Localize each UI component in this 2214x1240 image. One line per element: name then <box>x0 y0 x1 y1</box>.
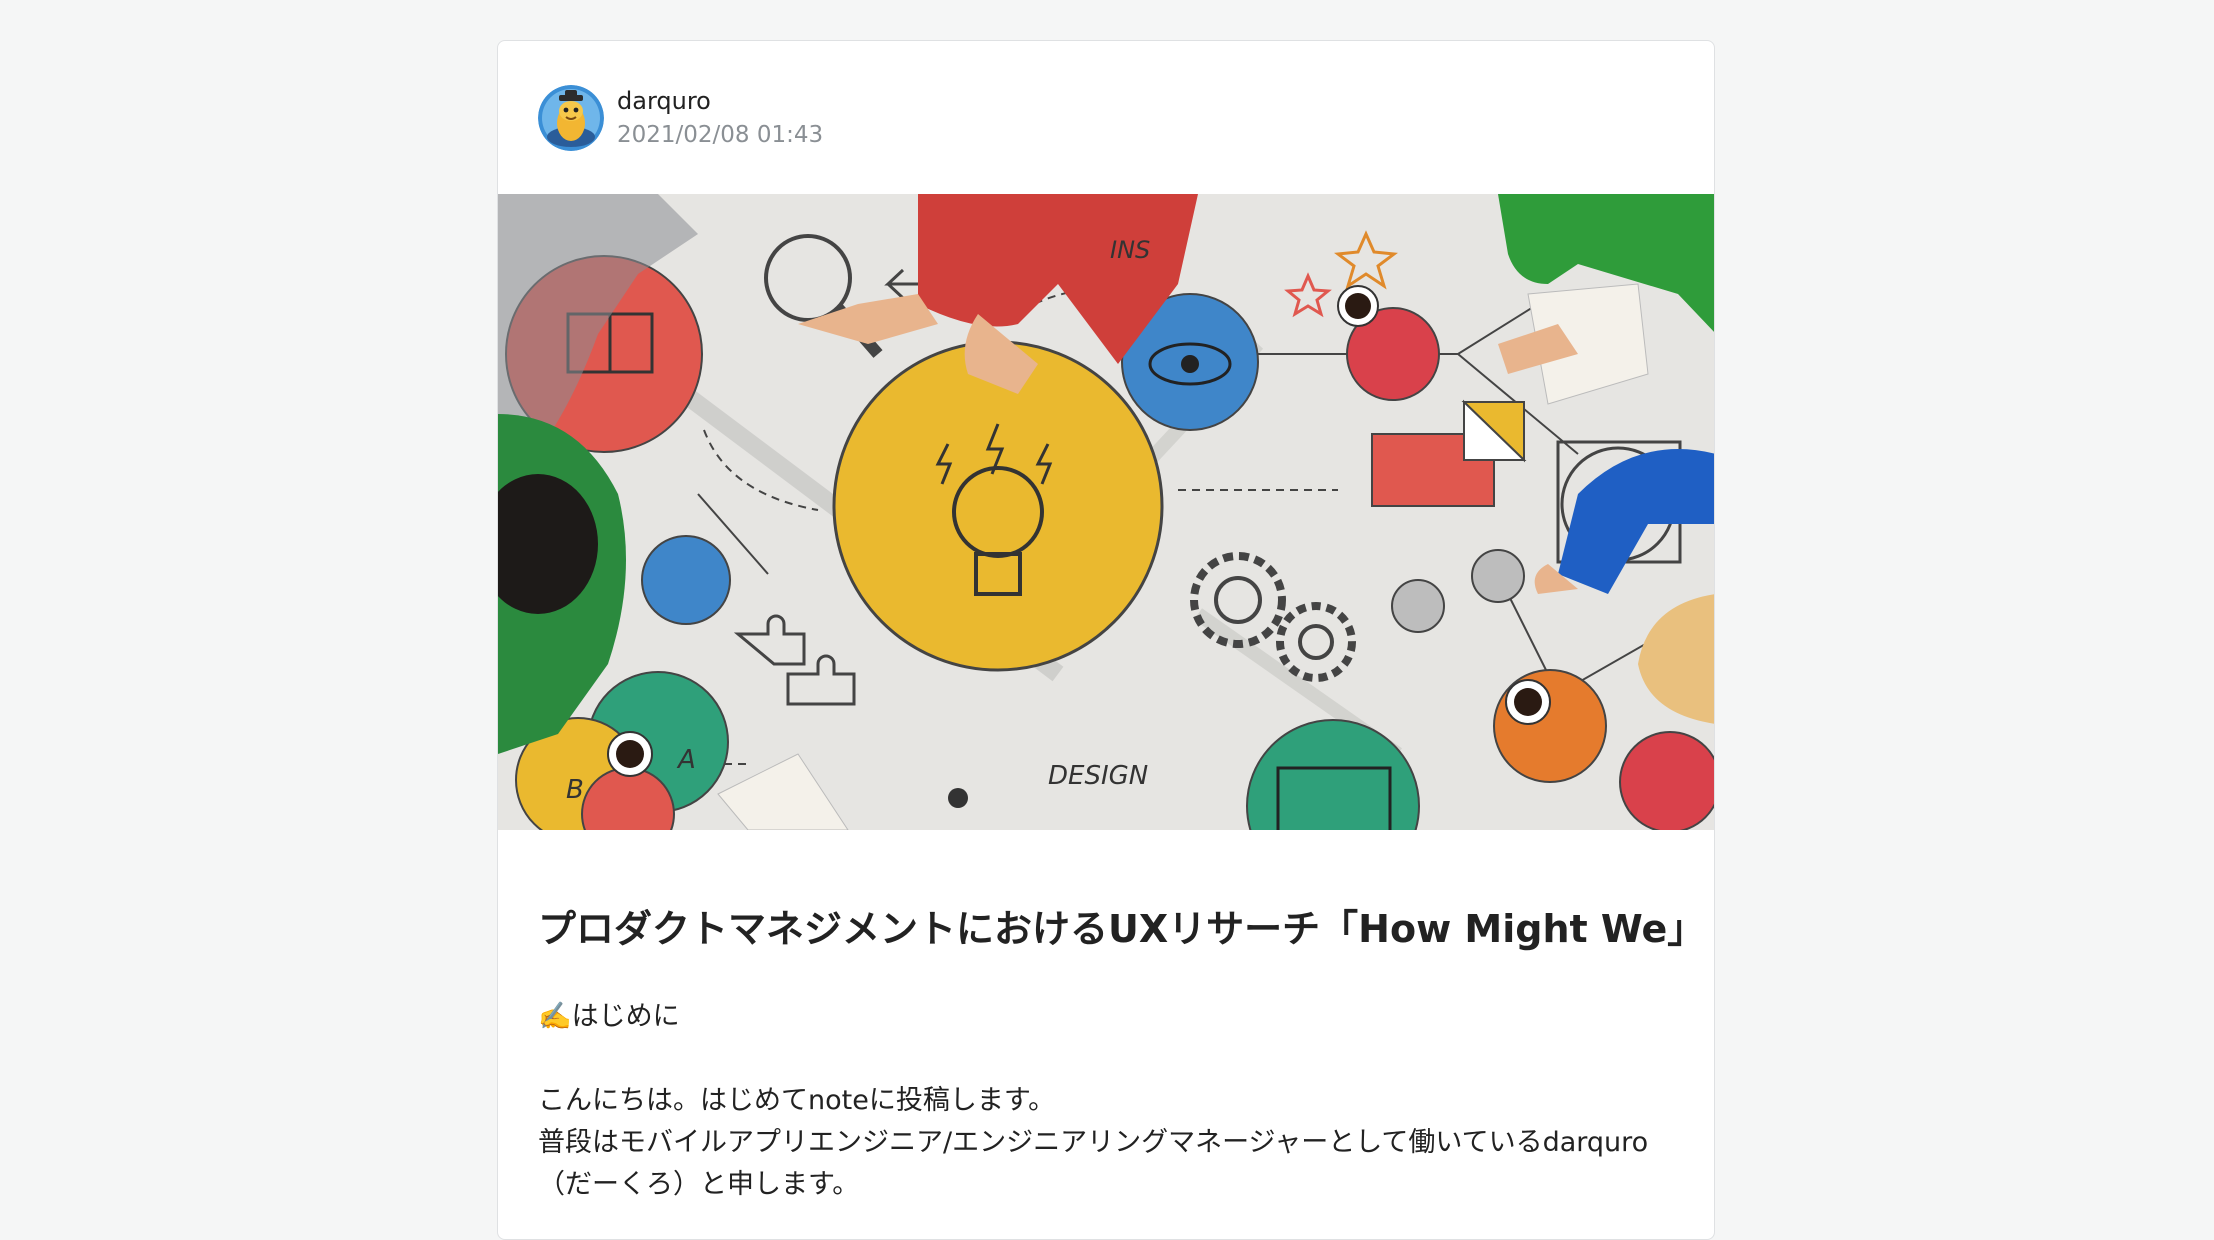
post-meta: darquro 2021/02/08 01:43 <box>617 84 823 152</box>
body-line-1: こんにちは。はじめてnoteに投稿します。 <box>538 1085 1056 1116</box>
author-name[interactable]: darquro <box>617 84 823 118</box>
post-date: 2021/02/08 01:43 <box>617 122 824 148</box>
body-heading: ✍️はじめに <box>538 1001 680 1032</box>
body-line-3: （だーくろ）と申します。 <box>538 1169 860 1200</box>
avatar[interactable] <box>538 85 604 151</box>
post-title[interactable]: プロダクトマネジメントにおけるUXリサーチ「How Might We」 <box>538 903 1705 955</box>
hero-label-b: B <box>566 775 584 805</box>
avatar-character-icon <box>538 85 604 151</box>
hero-label-design: DESIGN <box>1048 761 1148 791</box>
post-card: darquro 2021/02/08 01:43 INS DESIGN A B … <box>497 40 1715 1240</box>
post-body: ✍️はじめに こんにちは。はじめてnoteに投稿します。 普段はモバイルアプリエ… <box>538 996 1678 1206</box>
body-line-2: 普段はモバイルアプリエンジニア/エンジニアリングマネージャーとして働いているda… <box>538 1127 1649 1158</box>
hero-image: INS DESIGN A B <box>498 194 1714 830</box>
hero-illustration: INS DESIGN A B <box>498 194 1714 830</box>
hero-label-a: A <box>676 745 696 775</box>
hero-label-ins: INS <box>1110 236 1150 264</box>
post-header: darquro 2021/02/08 01:43 <box>538 84 823 152</box>
